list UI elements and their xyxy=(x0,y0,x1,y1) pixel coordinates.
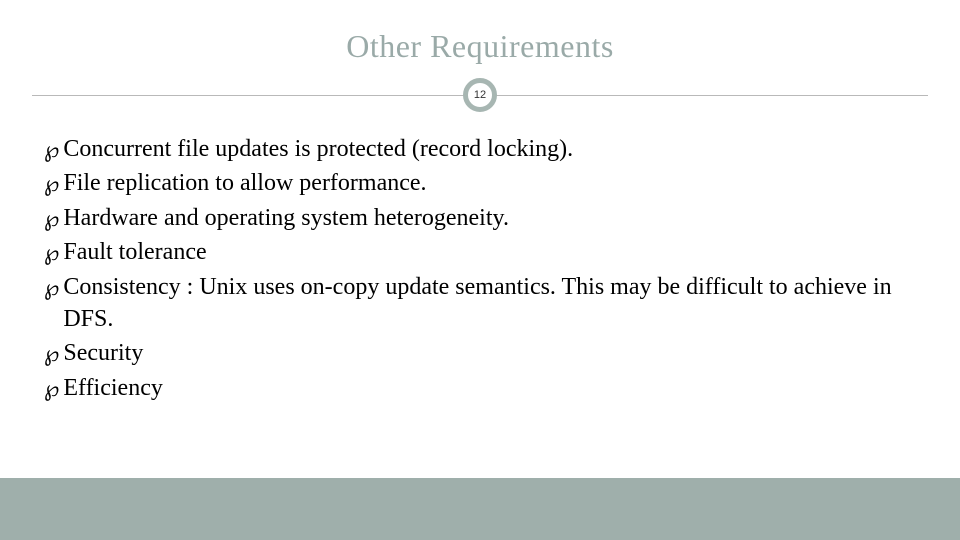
content-area: ℘ Concurrent file updates is protected (… xyxy=(0,115,960,404)
bullet-text: Consistency : Unix uses on-copy update s… xyxy=(63,271,916,336)
list-item: ℘ Security xyxy=(44,337,916,369)
bullet-text: File replication to allow performance. xyxy=(63,167,916,199)
divider-row: 12 xyxy=(0,75,960,115)
bullet-icon: ℘ xyxy=(44,339,59,369)
bullet-icon: ℘ xyxy=(44,169,59,199)
page-number-badge: 12 xyxy=(463,78,497,112)
list-item: ℘ Concurrent file updates is protected (… xyxy=(44,133,916,165)
slide: Other Requirements 12 ℘ Concurrent file … xyxy=(0,0,960,540)
list-item: ℘ Hardware and operating system heteroge… xyxy=(44,202,916,234)
bullet-text: Security xyxy=(63,337,916,369)
bullet-icon: ℘ xyxy=(44,135,59,165)
list-item: ℘ File replication to allow performance. xyxy=(44,167,916,199)
list-item: ℘ Efficiency xyxy=(44,372,916,404)
list-item: ℘ Consistency : Unix uses on-copy update… xyxy=(44,271,916,336)
bullet-icon: ℘ xyxy=(44,204,59,234)
bullet-text: Hardware and operating system heterogene… xyxy=(63,202,916,234)
bullet-text: Concurrent file updates is protected (re… xyxy=(63,133,916,165)
bullet-icon: ℘ xyxy=(44,374,59,404)
bullet-icon: ℘ xyxy=(44,273,59,303)
bullet-text: Efficiency xyxy=(63,372,916,404)
list-item: ℘ Fault tolerance xyxy=(44,236,916,268)
slide-title: Other Requirements xyxy=(0,0,960,75)
bottom-bar xyxy=(0,478,960,540)
bullet-text: Fault tolerance xyxy=(63,236,916,268)
bullet-icon: ℘ xyxy=(44,238,59,268)
